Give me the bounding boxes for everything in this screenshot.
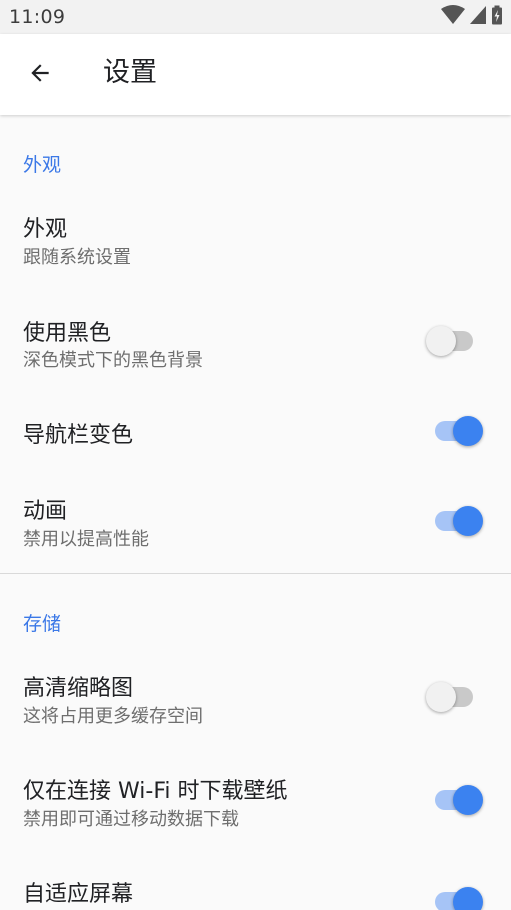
wifi-only-download-switch[interactable] xyxy=(421,780,485,820)
setting-hd-thumbnails[interactable]: 高清缩略图 这将占用更多缓存空间 xyxy=(0,655,511,747)
use-black-switch[interactable] xyxy=(421,321,485,361)
setting-title: 导航栏变色 xyxy=(23,423,134,448)
animation-switch[interactable] xyxy=(421,501,485,541)
setting-subtitle: 深色模式下的黑色背景 xyxy=(23,350,203,371)
switch-thumb xyxy=(426,326,456,356)
back-button[interactable] xyxy=(16,51,64,99)
setting-title: 使用黑色 xyxy=(23,321,112,346)
setting-title: 动画 xyxy=(23,499,68,524)
setting-wifi-only-download[interactable]: 仅在连接 Wi-Fi 时下载壁纸 禁用即可通过移动数据下载 xyxy=(0,757,511,849)
page-title: 设置 xyxy=(103,57,157,88)
section-divider xyxy=(0,573,511,574)
switch-thumb xyxy=(453,506,483,536)
setting-title: 自适应屏幕 xyxy=(23,882,134,907)
setting-title: 高清缩略图 xyxy=(23,676,134,701)
switch-thumb xyxy=(453,887,483,910)
adaptive-screen-switch[interactable] xyxy=(421,882,485,910)
arrow-back-icon xyxy=(27,60,53,90)
app-bar: 设置 xyxy=(0,34,511,115)
hd-thumbnails-switch[interactable] xyxy=(421,677,485,717)
setting-title: 仅在连接 Wi-Fi 时下载壁纸 xyxy=(23,779,288,804)
status-icons xyxy=(441,5,503,29)
setting-subtitle: 跟随系统设置 xyxy=(23,247,131,268)
setting-appearance[interactable]: 外观 跟随系统设置 xyxy=(0,195,511,287)
setting-navbar-color[interactable]: 导航栏变色 xyxy=(0,395,511,467)
section-header-appearance: 外观 xyxy=(23,154,62,176)
switch-thumb xyxy=(426,682,456,712)
battery-charging-icon xyxy=(491,5,503,29)
wifi-icon xyxy=(441,5,465,29)
setting-adaptive-screen[interactable]: 自适应屏幕 xyxy=(0,862,511,910)
setting-use-black[interactable]: 使用黑色 深色模式下的黑色背景 xyxy=(0,295,511,387)
setting-subtitle: 禁用以提高性能 xyxy=(23,529,149,550)
switch-thumb xyxy=(453,785,483,815)
section-header-storage: 存储 xyxy=(23,613,62,635)
navbar-color-switch[interactable] xyxy=(421,411,485,451)
setting-animation[interactable]: 动画 禁用以提高性能 xyxy=(0,475,511,567)
setting-subtitle: 禁用即可通过移动数据下载 xyxy=(23,809,239,830)
switch-thumb xyxy=(453,416,483,446)
setting-title: 外观 xyxy=(23,217,68,242)
status-bar: 11:09 xyxy=(0,0,511,34)
setting-subtitle: 这将占用更多缓存空间 xyxy=(23,706,203,727)
cell-signal-icon xyxy=(469,5,487,29)
status-time: 11:09 xyxy=(9,6,66,28)
